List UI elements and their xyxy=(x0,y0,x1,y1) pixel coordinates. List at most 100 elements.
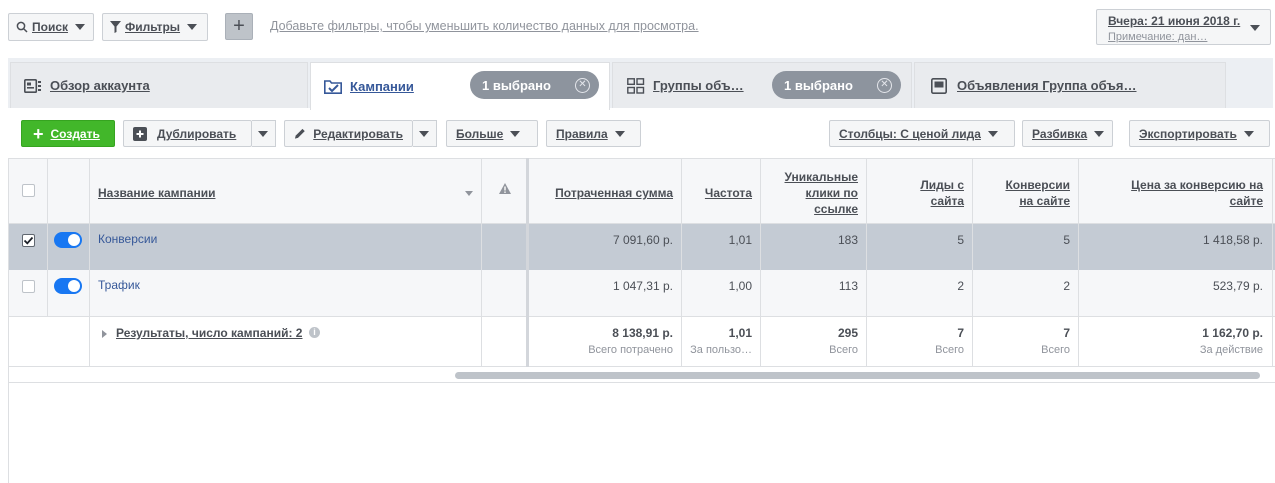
campaign-name-link[interactable]: Трафик xyxy=(98,278,140,292)
column-divider xyxy=(1078,158,1079,367)
export-button[interactable]: Экспортировать xyxy=(1129,120,1270,147)
tab-account-overview[interactable]: Обзор аккаунта xyxy=(10,62,308,108)
grid-icon xyxy=(627,77,645,94)
cell-frequency: 1,01 xyxy=(728,233,752,247)
chevron-down-icon xyxy=(614,130,625,137)
column-header-conversions[interactable]: Конверсии на сайте xyxy=(973,177,1070,209)
duplicate-dropdown[interactable] xyxy=(252,120,276,147)
column-header-leads[interactable]: Лиды с сайта xyxy=(867,177,964,209)
sort-arrow-icon[interactable] xyxy=(465,191,473,196)
search-label: Поиск xyxy=(32,20,69,34)
chevron-down-icon xyxy=(419,131,429,137)
cell-unique-clicks: 113 xyxy=(838,279,858,293)
chevron-down-icon xyxy=(75,24,86,30)
column-header-label: Уникальные xyxy=(784,170,858,184)
summary-conversions: 7 xyxy=(1063,326,1070,340)
column-header-label: сайте xyxy=(1229,194,1263,208)
column-divider xyxy=(681,158,682,367)
campaign-name-link[interactable]: Конверсии xyxy=(98,232,157,246)
column-header-label: Конверсии xyxy=(1005,178,1070,192)
column-divider xyxy=(89,158,90,367)
chevron-down-icon xyxy=(1243,130,1254,137)
cell-spent: 1 047,31 р. xyxy=(612,279,673,293)
edit-dropdown[interactable] xyxy=(413,120,437,147)
filter-hint[interactable]: Добавьте фильтры, чтобы уменьшить количе… xyxy=(270,19,699,33)
cell-cost-per-conversion: 523,79 р. xyxy=(1212,279,1263,293)
duplicate-icon xyxy=(133,126,147,141)
summary-leads-sub: Всего xyxy=(935,344,964,356)
campaign-toggle[interactable] xyxy=(54,278,82,294)
info-icon[interactable]: i xyxy=(309,327,320,338)
column-header-label: на сайте xyxy=(1019,194,1070,208)
horizontal-scrollbar[interactable] xyxy=(455,372,1260,379)
column-header-unique-clicks[interactable]: Уникальные клики по ссылке xyxy=(761,169,858,217)
add-filter-button[interactable]: + xyxy=(225,13,253,40)
campaign-toggle[interactable] xyxy=(54,232,82,248)
column-header-name[interactable]: Название кампании xyxy=(98,185,215,201)
date-picker[interactable]: Вчера: 21 июня 2018 г. Примечание: дан… xyxy=(1096,9,1271,45)
column-header-cost-per-conversion[interactable]: Цена за конверсию на сайте xyxy=(1079,177,1263,209)
select-all-checkbox[interactable] xyxy=(22,184,35,197)
breakdown-button[interactable]: Разбивка xyxy=(1022,120,1113,147)
column-header-label: сайта xyxy=(930,194,964,208)
summary-cpa: 1 162,70 р. xyxy=(1202,326,1263,340)
chevron-down-icon xyxy=(1094,130,1105,137)
breakdown-label: Разбивка xyxy=(1032,126,1088,141)
tab-label: Объявления Группа объя… xyxy=(957,78,1137,93)
duplicate-button[interactable]: Дублировать xyxy=(123,120,252,147)
more-button[interactable]: Больше xyxy=(446,120,538,147)
table-row[interactable]: Конверсии 7 091,60 р. 1,01 183 5 5 1 418… xyxy=(9,224,1275,271)
create-button[interactable]: + Создать xyxy=(21,120,115,147)
cell-unique-clicks: 183 xyxy=(837,233,858,247)
column-header-label: Частота xyxy=(704,186,752,200)
summary-frequency: 1,01 xyxy=(728,326,752,340)
filters-button[interactable]: Фильтры xyxy=(102,13,208,41)
cell-frequency: 1,00 xyxy=(728,279,752,293)
toggle-knob xyxy=(68,280,80,292)
warning-icon xyxy=(499,183,511,194)
create-label: Создать xyxy=(50,126,100,141)
cell-spent: 7 091,60 р. xyxy=(612,233,673,247)
cell-conversions: 2 xyxy=(1063,279,1070,293)
date-range-label: Вчера: 21 июня 2018 г. xyxy=(1108,14,1241,28)
rules-button[interactable]: Правила xyxy=(546,120,641,147)
frozen-column-divider[interactable] xyxy=(526,158,529,367)
search-button[interactable]: Поиск xyxy=(8,13,94,41)
column-header-label: Потраченная сумма xyxy=(555,186,673,200)
duplicate-label: Дублировать xyxy=(157,126,237,141)
cell-cost-per-conversion: 1 418,58 р. xyxy=(1202,233,1263,247)
expand-arrow-icon[interactable] xyxy=(102,330,107,338)
row-checkbox[interactable] xyxy=(22,234,35,247)
selected-count: 1 выбрано xyxy=(784,77,853,93)
selected-count: 1 выбрано xyxy=(482,77,551,93)
columns-button[interactable]: Столбцы: С ценой лида xyxy=(829,120,1015,147)
cell-leads: 5 xyxy=(957,233,964,247)
column-divider xyxy=(972,158,973,367)
row-checkbox[interactable] xyxy=(22,280,35,293)
cell-leads: 2 xyxy=(957,279,964,293)
chevron-down-icon xyxy=(510,130,521,137)
clear-selection-icon[interactable]: ✕ xyxy=(877,78,892,93)
table-row[interactable]: Трафик 1 047,31 р. 1,00 113 2 2 523,79 р… xyxy=(9,270,1275,317)
column-header-label: Лиды с xyxy=(920,178,964,192)
clear-selection-icon[interactable]: ✕ xyxy=(575,78,590,93)
summary-clicks-sub: Всего xyxy=(829,344,858,356)
more-label: Больше xyxy=(456,126,504,141)
column-header-label: Название кампании xyxy=(98,186,216,200)
selected-badge-campaigns[interactable]: 1 выбрано ✕ xyxy=(470,71,599,99)
columns-label: Столбцы: С ценой лида xyxy=(839,126,981,141)
tab-label: Кампании xyxy=(350,79,414,94)
plus-icon: + xyxy=(33,123,44,144)
column-header-frequency[interactable]: Частота xyxy=(682,185,752,201)
tab-ads[interactable]: Объявления Группа объя… xyxy=(914,62,1226,108)
summary-label[interactable]: Результаты, число кампаний: 2 xyxy=(116,326,302,340)
search-icon xyxy=(16,21,28,33)
chevron-down-icon xyxy=(258,131,268,137)
selected-badge-ad-sets[interactable]: 1 выбрано ✕ xyxy=(772,71,901,99)
table-header: Название кампании Потраченная сумма Част… xyxy=(9,158,1275,224)
toggle-knob xyxy=(68,234,80,246)
edit-button[interactable]: Редактировать xyxy=(284,120,413,147)
campaigns-table: Название кампании Потраченная сумма Част… xyxy=(8,158,1275,388)
column-header-spent[interactable]: Потраченная сумма xyxy=(536,185,673,201)
filters-label: Фильтры xyxy=(125,20,181,34)
